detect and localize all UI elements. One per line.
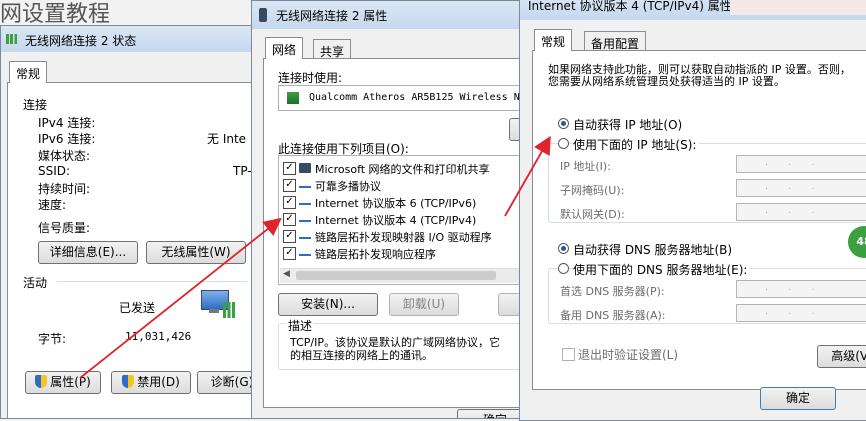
arrow-ipv4-item-to-auto-ip	[504, 135, 551, 217]
annotation-arrows	[79, 135, 551, 379]
arrow-properties-to-ipv4-item	[79, 217, 282, 379]
tab-general[interactable]: 常规	[9, 61, 48, 83]
tab-network[interactable]: 网络	[265, 37, 304, 59]
tab-ipv4-general[interactable]: 常规	[534, 29, 573, 51]
